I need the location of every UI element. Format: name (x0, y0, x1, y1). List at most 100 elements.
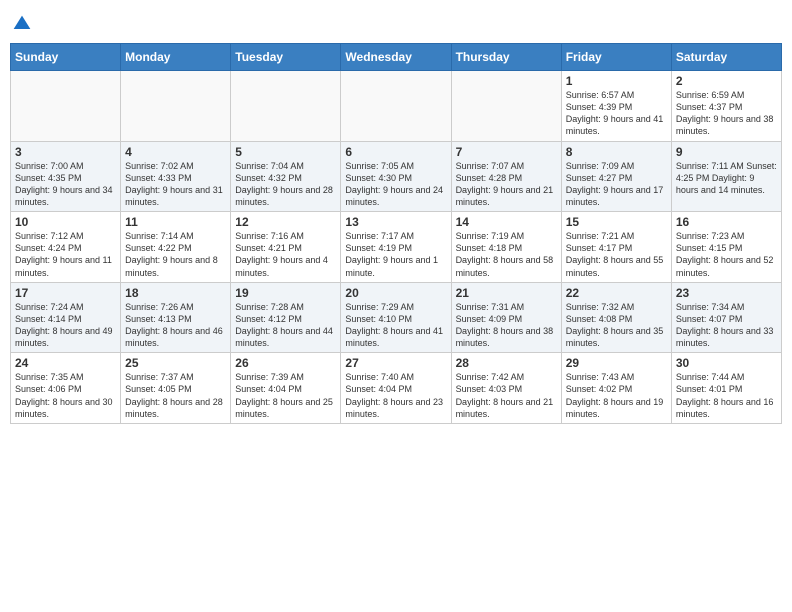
day-number: 28 (456, 356, 557, 370)
day-info: Sunrise: 7:28 AM Sunset: 4:12 PM Dayligh… (235, 301, 336, 350)
calendar-header-row: SundayMondayTuesdayWednesdayThursdayFrid… (11, 44, 782, 71)
day-info: Sunrise: 7:37 AM Sunset: 4:05 PM Dayligh… (125, 371, 226, 420)
day-number: 7 (456, 145, 557, 159)
day-info: Sunrise: 7:19 AM Sunset: 4:18 PM Dayligh… (456, 230, 557, 279)
day-number: 22 (566, 286, 667, 300)
calendar-week-row: 10Sunrise: 7:12 AM Sunset: 4:24 PM Dayli… (11, 212, 782, 283)
calendar-cell: 17Sunrise: 7:24 AM Sunset: 4:14 PM Dayli… (11, 282, 121, 353)
logo (10, 14, 32, 39)
day-number: 6 (345, 145, 446, 159)
calendar: SundayMondayTuesdayWednesdayThursdayFrid… (10, 43, 782, 424)
day-number: 4 (125, 145, 226, 159)
day-number: 16 (676, 215, 777, 229)
day-info: Sunrise: 7:11 AM Sunset: 4:25 PM Dayligh… (676, 160, 777, 196)
day-info: Sunrise: 7:07 AM Sunset: 4:28 PM Dayligh… (456, 160, 557, 209)
calendar-cell: 8Sunrise: 7:09 AM Sunset: 4:27 PM Daylig… (561, 141, 671, 212)
day-number: 10 (15, 215, 116, 229)
calendar-cell: 6Sunrise: 7:05 AM Sunset: 4:30 PM Daylig… (341, 141, 451, 212)
calendar-cell: 9Sunrise: 7:11 AM Sunset: 4:25 PM Daylig… (671, 141, 781, 212)
day-info: Sunrise: 7:16 AM Sunset: 4:21 PM Dayligh… (235, 230, 336, 279)
calendar-cell: 19Sunrise: 7:28 AM Sunset: 4:12 PM Dayli… (231, 282, 341, 353)
day-info: Sunrise: 7:43 AM Sunset: 4:02 PM Dayligh… (566, 371, 667, 420)
weekday-header: Monday (121, 44, 231, 71)
day-info: Sunrise: 7:39 AM Sunset: 4:04 PM Dayligh… (235, 371, 336, 420)
calendar-cell: 28Sunrise: 7:42 AM Sunset: 4:03 PM Dayli… (451, 353, 561, 424)
day-number: 1 (566, 74, 667, 88)
day-number: 11 (125, 215, 226, 229)
day-number: 20 (345, 286, 446, 300)
day-number: 9 (676, 145, 777, 159)
calendar-cell: 30Sunrise: 7:44 AM Sunset: 4:01 PM Dayli… (671, 353, 781, 424)
day-info: Sunrise: 7:12 AM Sunset: 4:24 PM Dayligh… (15, 230, 116, 279)
calendar-cell: 18Sunrise: 7:26 AM Sunset: 4:13 PM Dayli… (121, 282, 231, 353)
day-info: Sunrise: 7:31 AM Sunset: 4:09 PM Dayligh… (456, 301, 557, 350)
day-info: Sunrise: 7:34 AM Sunset: 4:07 PM Dayligh… (676, 301, 777, 350)
calendar-cell: 25Sunrise: 7:37 AM Sunset: 4:05 PM Dayli… (121, 353, 231, 424)
calendar-cell: 7Sunrise: 7:07 AM Sunset: 4:28 PM Daylig… (451, 141, 561, 212)
day-info: Sunrise: 7:40 AM Sunset: 4:04 PM Dayligh… (345, 371, 446, 420)
calendar-cell: 4Sunrise: 7:02 AM Sunset: 4:33 PM Daylig… (121, 141, 231, 212)
calendar-cell: 10Sunrise: 7:12 AM Sunset: 4:24 PM Dayli… (11, 212, 121, 283)
calendar-cell: 26Sunrise: 7:39 AM Sunset: 4:04 PM Dayli… (231, 353, 341, 424)
day-info: Sunrise: 7:04 AM Sunset: 4:32 PM Dayligh… (235, 160, 336, 209)
calendar-cell: 27Sunrise: 7:40 AM Sunset: 4:04 PM Dayli… (341, 353, 451, 424)
day-number: 8 (566, 145, 667, 159)
day-info: Sunrise: 7:42 AM Sunset: 4:03 PM Dayligh… (456, 371, 557, 420)
day-info: Sunrise: 7:02 AM Sunset: 4:33 PM Dayligh… (125, 160, 226, 209)
calendar-cell: 13Sunrise: 7:17 AM Sunset: 4:19 PM Dayli… (341, 212, 451, 283)
calendar-cell: 21Sunrise: 7:31 AM Sunset: 4:09 PM Dayli… (451, 282, 561, 353)
day-number: 21 (456, 286, 557, 300)
day-number: 23 (676, 286, 777, 300)
logo-icon (12, 14, 32, 34)
calendar-cell: 3Sunrise: 7:00 AM Sunset: 4:35 PM Daylig… (11, 141, 121, 212)
day-info: Sunrise: 6:59 AM Sunset: 4:37 PM Dayligh… (676, 89, 777, 138)
calendar-week-row: 1Sunrise: 6:57 AM Sunset: 4:39 PM Daylig… (11, 71, 782, 142)
calendar-cell (341, 71, 451, 142)
weekday-header: Sunday (11, 44, 121, 71)
day-number: 15 (566, 215, 667, 229)
day-info: Sunrise: 7:26 AM Sunset: 4:13 PM Dayligh… (125, 301, 226, 350)
calendar-cell: 12Sunrise: 7:16 AM Sunset: 4:21 PM Dayli… (231, 212, 341, 283)
calendar-cell: 11Sunrise: 7:14 AM Sunset: 4:22 PM Dayli… (121, 212, 231, 283)
calendar-cell (11, 71, 121, 142)
day-number: 17 (15, 286, 116, 300)
calendar-cell: 20Sunrise: 7:29 AM Sunset: 4:10 PM Dayli… (341, 282, 451, 353)
day-info: Sunrise: 7:24 AM Sunset: 4:14 PM Dayligh… (15, 301, 116, 350)
day-number: 13 (345, 215, 446, 229)
calendar-cell: 14Sunrise: 7:19 AM Sunset: 4:18 PM Dayli… (451, 212, 561, 283)
day-number: 5 (235, 145, 336, 159)
calendar-week-row: 24Sunrise: 7:35 AM Sunset: 4:06 PM Dayli… (11, 353, 782, 424)
day-number: 18 (125, 286, 226, 300)
calendar-cell: 15Sunrise: 7:21 AM Sunset: 4:17 PM Dayli… (561, 212, 671, 283)
day-info: Sunrise: 7:00 AM Sunset: 4:35 PM Dayligh… (15, 160, 116, 209)
calendar-cell: 22Sunrise: 7:32 AM Sunset: 4:08 PM Dayli… (561, 282, 671, 353)
calendar-cell (451, 71, 561, 142)
day-number: 27 (345, 356, 446, 370)
day-number: 26 (235, 356, 336, 370)
weekday-header: Thursday (451, 44, 561, 71)
day-info: Sunrise: 7:35 AM Sunset: 4:06 PM Dayligh… (15, 371, 116, 420)
day-number: 24 (15, 356, 116, 370)
calendar-cell: 2Sunrise: 6:59 AM Sunset: 4:37 PM Daylig… (671, 71, 781, 142)
weekday-header: Wednesday (341, 44, 451, 71)
calendar-cell (121, 71, 231, 142)
day-number: 2 (676, 74, 777, 88)
calendar-week-row: 17Sunrise: 7:24 AM Sunset: 4:14 PM Dayli… (11, 282, 782, 353)
weekday-header: Tuesday (231, 44, 341, 71)
day-number: 19 (235, 286, 336, 300)
day-number: 12 (235, 215, 336, 229)
page-header (10, 10, 782, 39)
day-info: Sunrise: 7:29 AM Sunset: 4:10 PM Dayligh… (345, 301, 446, 350)
day-info: Sunrise: 7:23 AM Sunset: 4:15 PM Dayligh… (676, 230, 777, 279)
day-info: Sunrise: 7:44 AM Sunset: 4:01 PM Dayligh… (676, 371, 777, 420)
day-number: 14 (456, 215, 557, 229)
day-info: Sunrise: 7:32 AM Sunset: 4:08 PM Dayligh… (566, 301, 667, 350)
calendar-cell: 1Sunrise: 6:57 AM Sunset: 4:39 PM Daylig… (561, 71, 671, 142)
weekday-header: Friday (561, 44, 671, 71)
calendar-cell: 5Sunrise: 7:04 AM Sunset: 4:32 PM Daylig… (231, 141, 341, 212)
calendar-cell: 23Sunrise: 7:34 AM Sunset: 4:07 PM Dayli… (671, 282, 781, 353)
calendar-cell (231, 71, 341, 142)
calendar-cell: 29Sunrise: 7:43 AM Sunset: 4:02 PM Dayli… (561, 353, 671, 424)
day-info: Sunrise: 7:17 AM Sunset: 4:19 PM Dayligh… (345, 230, 446, 279)
day-info: Sunrise: 7:21 AM Sunset: 4:17 PM Dayligh… (566, 230, 667, 279)
